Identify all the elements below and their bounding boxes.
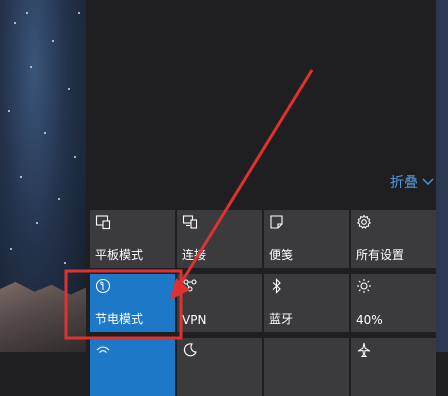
battery-saver-icon: [95, 278, 111, 294]
tile-label: 40%: [356, 313, 383, 327]
tile-label: 节电模式: [95, 312, 144, 326]
connect-icon: [182, 214, 198, 230]
action-center-panel: 折叠 平板模式 连接 便笺 所有设置 节电模式 VPN 蓝牙 40%: [86, 0, 436, 396]
moon-icon: [182, 342, 198, 358]
collapse-label: 折叠: [390, 175, 418, 191]
airplane-icon: [356, 342, 372, 358]
note-icon: [269, 214, 285, 230]
tile-connect[interactable]: 连接: [177, 210, 262, 268]
tile-battery-saver[interactable]: 节电模式: [90, 274, 175, 332]
tile-label: 平板模式: [95, 248, 144, 262]
desktop-wallpaper: [0, 0, 86, 352]
tile-quiet-hours[interactable]: [177, 338, 262, 396]
tile-airplane[interactable]: [351, 338, 436, 396]
tile-label: 连接: [182, 248, 207, 262]
tile-label: 蓝牙: [269, 312, 294, 326]
tile-label: 便笺: [269, 248, 294, 262]
tile-brightness[interactable]: 40%: [351, 274, 436, 332]
tile-vpn[interactable]: VPN: [177, 274, 262, 332]
chevron-down-icon: [422, 178, 434, 185]
tablet-mode-icon: [95, 214, 111, 230]
tile-label: 所有设置: [356, 248, 405, 262]
gear-icon: [356, 214, 372, 230]
tile-blank[interactable]: [264, 338, 349, 396]
tile-bluetooth[interactable]: 蓝牙: [264, 274, 349, 332]
brightness-icon: [356, 278, 372, 294]
tile-wifi[interactable]: [90, 338, 175, 396]
rock-image: [0, 282, 86, 352]
tile-tablet-mode[interactable]: 平板模式: [90, 210, 175, 268]
bluetooth-icon: [269, 278, 285, 294]
tile-all-settings[interactable]: 所有设置: [351, 210, 436, 268]
tile-note[interactable]: 便笺: [264, 210, 349, 268]
tile-label: VPN: [182, 313, 207, 327]
wallpaper-edge: [436, 0, 448, 352]
collapse-button[interactable]: 折叠: [390, 172, 434, 192]
vpn-icon: [182, 278, 198, 294]
wifi-icon: [95, 342, 111, 358]
